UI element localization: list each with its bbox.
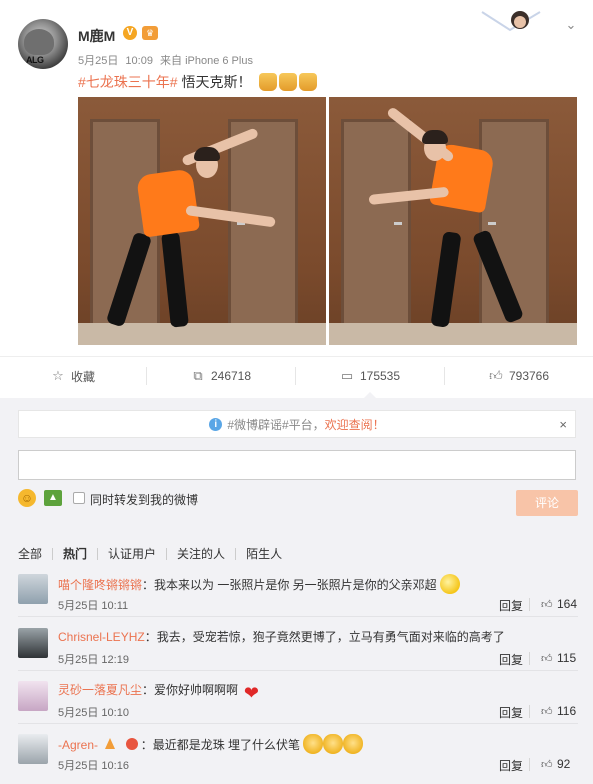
photo-floor <box>329 323 577 345</box>
vip-badge-icon <box>125 738 138 750</box>
tab-all[interactable]: 全部 <box>18 548 52 560</box>
tab-verified[interactable]: 认证用户 <box>97 548 166 560</box>
repost-icon: ⧉ <box>193 368 203 383</box>
commenter-avatar[interactable] <box>18 628 48 658</box>
close-icon[interactable]: × <box>559 417 567 432</box>
reply-button[interactable]: 回复 <box>499 757 523 774</box>
comment-content: Chrisnel-LEYHZ：我去，受宠若惊，狍子竟然更博了，立马有勇气面对来临… <box>58 628 505 645</box>
post-meta: 5月25日 10:09 来自 iPhone 6 Plus <box>78 52 257 68</box>
repost-checkbox[interactable] <box>73 492 85 504</box>
comment-text: ：我去，受宠若惊，狍子竟然更博了，立马有勇气面对来临的高考了 <box>144 630 505 644</box>
comment-input[interactable] <box>18 450 576 480</box>
chevron-down-icon[interactable]: ⌄ <box>564 18 578 32</box>
like-count: 793766 <box>508 369 550 383</box>
rock-hand-icon <box>259 73 278 91</box>
comment-content: 灵砂一落夏凡尘：爱你好帅啊啊啊 ❤ <box>58 681 261 703</box>
post-date[interactable]: 5月25日 <box>78 55 118 67</box>
post-topic-link[interactable]: #七龙珠三十年# <box>78 74 178 90</box>
reply-button[interactable]: 回复 <box>499 704 523 721</box>
rock-hand-icon <box>299 73 318 91</box>
cat-emoji-icon <box>343 734 364 754</box>
vip-crown-icon: ♛ <box>142 26 158 40</box>
post-source: 来自 iPhone 6 Plus <box>160 55 253 67</box>
comment-button[interactable]: ▭ 175535 <box>296 357 444 395</box>
commenter-name[interactable]: 灵砂一落夏凡尘 <box>58 683 142 697</box>
comment-text: ：爱你好帅啊啊啊 <box>142 683 239 697</box>
emoji-icon[interactable]: ☺ <box>18 489 36 507</box>
surprised-emoji-icon <box>440 574 461 594</box>
image-icon[interactable]: ▲ <box>44 490 62 506</box>
cat-emoji-icon <box>323 734 344 754</box>
post-photo-1[interactable] <box>78 97 326 345</box>
thumbs-up-icon: 👍︎ <box>489 368 503 383</box>
comment-text: ：最近都是龙珠 埋了什么伏笔 <box>140 738 301 752</box>
tab-strangers[interactable]: 陌生人 <box>235 548 292 560</box>
thumbs-up-icon: 👍︎ <box>541 759 553 771</box>
photo-door <box>341 119 411 329</box>
heart-emoji-icon: ❤ <box>243 683 259 703</box>
tab-hot[interactable]: 热门 <box>52 548 97 560</box>
like-button[interactable]: 👍︎ 793766 <box>445 357 593 395</box>
avatar-tag: ALG <box>26 55 44 65</box>
comment-panel: i #微博辟谣#平台， 欢迎查阅！ × ☺ ▲ 同时转发到我的微博 评论 全部 热… <box>0 398 593 784</box>
comment-content: 喵个隆咚锵锵锵：我本来以为 一张照片是你 另一张照片是你的父亲邓超 <box>58 574 461 594</box>
favorite-button[interactable]: ☆ 收藏 <box>0 357 146 395</box>
post-body: #七龙珠三十年# 悟天克斯！ <box>78 72 319 92</box>
comment-time: 5月25日 10:11 <box>58 600 129 612</box>
comment-like-button[interactable]: 👍︎ 115 <box>541 651 576 665</box>
author-name[interactable]: M鹿M <box>78 26 115 46</box>
comment-time: 5月25日 12:19 <box>58 654 129 666</box>
star-icon: ☆ <box>52 368 64 383</box>
photo-floor <box>78 323 326 345</box>
comment-like-count: 164 <box>557 597 578 611</box>
info-icon: i <box>209 417 223 431</box>
post-text: 悟天克斯！ <box>177 74 252 90</box>
tab-following[interactable]: 关注的人 <box>166 548 235 560</box>
commenter-name[interactable]: 喵个隆咚锵锵锵 <box>58 578 142 592</box>
comment-like-button[interactable]: 👍︎ 92 <box>541 757 570 771</box>
comment-filter-tabs: 全部 热门 认证用户 关注的人 陌生人 <box>18 546 292 562</box>
comment-time: 5月25日 10:10 <box>58 707 129 719</box>
commenter-avatar[interactable] <box>18 574 48 604</box>
cat-emoji-icon <box>303 734 324 754</box>
avatar-cat-image <box>24 29 54 55</box>
author-avatar[interactable]: ALG <box>18 19 68 69</box>
comment-icon: ▭ <box>340 368 354 383</box>
commenter-avatar[interactable] <box>18 734 48 764</box>
post-time[interactable]: 10:09 <box>125 55 153 67</box>
commenter-name[interactable]: Chrisnel-LEYHZ <box>58 630 145 644</box>
comment-content: -Agren- ：最近都是龙珠 埋了什么伏笔 <box>58 734 364 754</box>
notice-prefix: #微博辟谣#平台， <box>227 417 325 432</box>
commenter-avatar[interactable] <box>18 681 48 711</box>
comment-like-button[interactable]: 👍︎ 164 <box>541 597 577 611</box>
rock-hand-emojis <box>259 73 319 91</box>
repost-checkbox-label[interactable]: 同时转发到我的微博 <box>90 491 198 508</box>
comment-time: 5月25日 10:16 <box>58 760 129 772</box>
post-action-bar: ☆ 收藏 ⧉ 246718 ▭ 175535 👍︎ 793766 <box>0 356 593 394</box>
corner-decoration-icon <box>481 11 541 32</box>
comment-like-count: 116 <box>557 704 577 718</box>
repost-count: 246718 <box>210 369 252 383</box>
thumbs-up-icon: 👍︎ <box>541 706 553 718</box>
thumbs-up-icon: 👍︎ <box>541 599 553 611</box>
post-photo-2[interactable] <box>329 97 577 345</box>
comment-text: ：我本来以为 一张照片是你 另一张照片是你的父亲邓超 <box>142 578 437 592</box>
comment-like-button[interactable]: 👍︎ 116 <box>541 704 576 718</box>
verified-badge-icon: V <box>123 26 137 40</box>
comment-count: 175535 <box>359 369 401 383</box>
commenter-name[interactable]: -Agren- <box>58 738 98 752</box>
comment-like-count: 115 <box>557 651 577 665</box>
comment-like-count: 92 <box>557 757 571 771</box>
rumor-notice[interactable]: i #微博辟谣#平台， 欢迎查阅！ × <box>18 410 576 438</box>
reply-button[interactable]: 回复 <box>499 651 523 668</box>
thumbs-up-icon: 👍︎ <box>541 653 553 665</box>
repost-button[interactable]: ⧉ 246718 <box>147 357 295 395</box>
notice-link[interactable]: 欢迎查阅！ <box>325 416 385 433</box>
rock-hand-icon <box>279 73 298 91</box>
reply-button[interactable]: 回复 <box>499 597 523 614</box>
submit-comment-button[interactable]: 评论 <box>516 490 578 516</box>
favorite-label: 收藏 <box>70 369 95 384</box>
level-badge-icon <box>105 738 116 749</box>
